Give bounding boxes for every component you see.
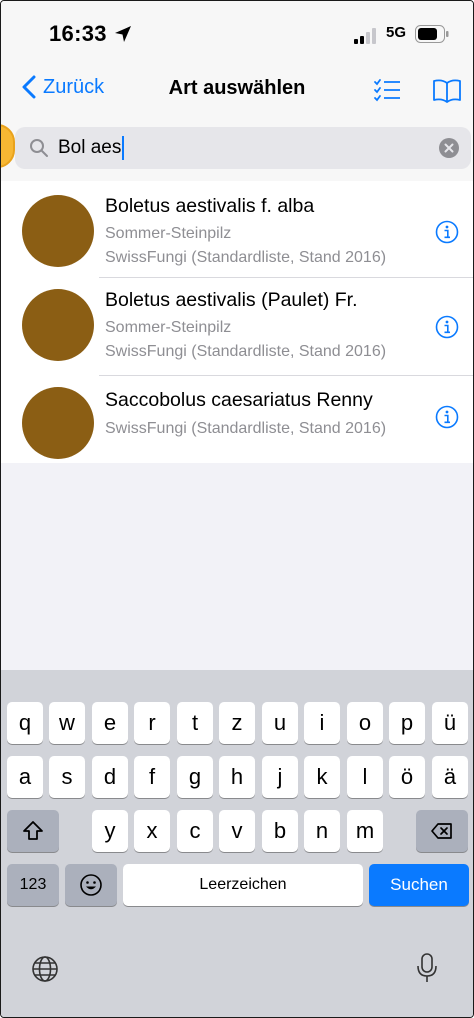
species-avatar [22,387,94,459]
search-bar-container: Bol aes [1,119,473,181]
app-screen: 16:33 5G Zurück Art auswählen Bol aes Bo… [0,0,474,1018]
info-icon[interactable] [435,405,459,429]
battery-icon [415,25,449,43]
numbers-key[interactable]: 123 [7,864,59,906]
clear-search-icon[interactable] [439,138,459,158]
search-submit-key[interactable]: Suchen [369,864,469,906]
key-c[interactable]: c [177,810,213,852]
scientific-name: Boletus aestivalis f. alba [105,195,315,217]
key-v[interactable]: v [219,810,255,852]
scientific-name: Boletus aestivalis (Paulet) Fr. [105,289,358,311]
common-name: Sommer-Steinpilz [105,225,232,242]
key-k[interactable]: k [304,756,340,798]
source-list: SwissFungi (Standardliste, Stand 2016) [105,420,387,437]
key-oe[interactable]: ö [389,756,425,798]
key-z[interactable]: z [219,702,255,744]
list-item[interactable]: Boletus aestivalis f. alba Sommer-Steinp… [1,181,473,277]
emoji-icon [80,874,102,896]
key-x[interactable]: x [134,810,170,852]
key-o[interactable]: o [347,702,383,744]
keyboard: q w e r t z u i o p ü a s d f g h j k l … [1,670,473,1017]
checklist-icon[interactable] [373,78,401,104]
list-item[interactable]: Saccobolus caesariatus Renny SwissFungi … [1,375,473,463]
species-avatar [22,195,94,267]
info-icon[interactable] [435,315,459,339]
signal-strength-icon [354,28,376,44]
key-i[interactable]: i [304,702,340,744]
key-n[interactable]: n [304,810,340,852]
key-m[interactable]: m [347,810,383,852]
key-p[interactable]: p [389,702,425,744]
delete-key[interactable] [416,810,468,852]
location-arrow-icon [115,26,131,42]
key-j[interactable]: j [262,756,298,798]
search-input[interactable]: Bol aes [58,135,125,161]
shift-key[interactable] [7,810,59,852]
key-t[interactable]: t [177,702,213,744]
key-b[interactable]: b [262,810,298,852]
common-name: Sommer-Steinpilz [105,319,232,336]
key-r[interactable]: r [134,702,170,744]
backspace-icon [431,823,452,839]
source-list: SwissFungi (Standardliste, Stand 2016) [105,249,387,266]
search-icon [30,139,48,157]
globe-icon[interactable] [31,955,59,983]
text-cursor [122,136,125,160]
key-w[interactable]: w [49,702,85,744]
status-time: 16:33 [49,21,107,46]
key-ae[interactable]: ä [432,756,468,798]
search-field[interactable]: Bol aes [15,127,471,169]
key-f[interactable]: f [134,756,170,798]
search-input-text: Bol aes [58,137,122,158]
source-list: SwissFungi (Standardliste, Stand 2016) [105,343,387,360]
key-d[interactable]: d [92,756,128,798]
shift-icon [23,821,43,840]
info-icon[interactable] [435,220,459,244]
list-item[interactable]: Boletus aestivalis (Paulet) Fr. Sommer-S… [1,277,473,375]
emoji-key[interactable] [65,864,117,906]
key-s[interactable]: s [49,756,85,798]
key-l[interactable]: l [347,756,383,798]
network-type: 5G [386,24,407,41]
key-a[interactable]: a [7,756,43,798]
microphone-icon[interactable] [416,952,438,984]
page-title: Art auswählen [168,77,306,99]
book-icon[interactable] [432,79,462,103]
key-h[interactable]: h [219,756,255,798]
key-e[interactable]: e [92,702,128,744]
key-ue[interactable]: ü [432,702,468,744]
scientific-name: Saccobolus caesariatus Renny [105,389,373,411]
space-key[interactable]: Leerzeichen [123,864,363,906]
navigation-bar: Zurück Art auswählen [1,69,473,119]
key-q[interactable]: q [7,702,43,744]
key-y[interactable]: y [92,810,128,852]
results-list: Boletus aestivalis f. alba Sommer-Steinp… [1,181,473,463]
status-bar: 16:33 5G [1,1,473,69]
key-g[interactable]: g [177,756,213,798]
species-avatar [22,289,94,361]
key-u[interactable]: u [262,702,298,744]
